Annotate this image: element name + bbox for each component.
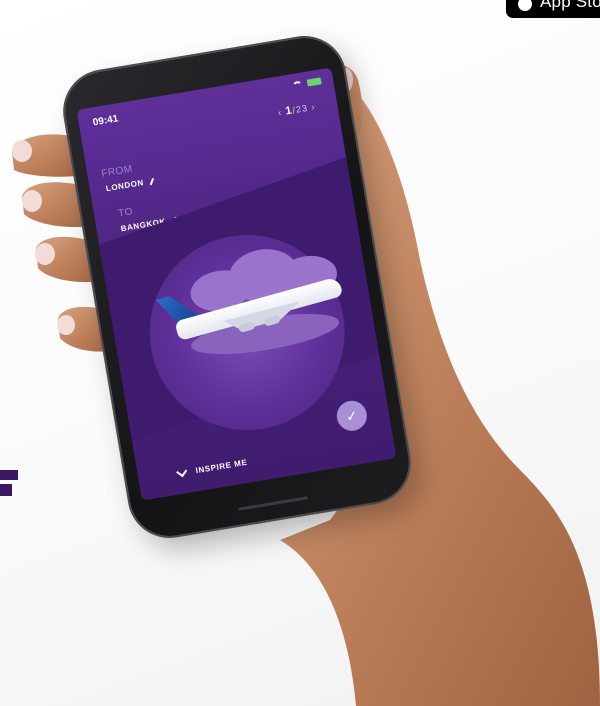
pager-next-icon[interactable]: › — [311, 102, 317, 113]
from-field[interactable]: LONDON — [105, 176, 156, 193]
from-label: FROM — [100, 163, 134, 180]
check-icon: ✓ — [344, 406, 359, 425]
status-time: 09:41 — [92, 113, 120, 129]
status-icons — [291, 77, 322, 90]
pager[interactable]: ‹ 1/23 › — [277, 101, 316, 119]
inspire-me-label: INSPIRE ME — [195, 457, 249, 476]
battery-icon — [306, 77, 322, 87]
edit-icon — [150, 177, 155, 186]
fingernail-4 — [57, 315, 75, 335]
to-label: TO — [117, 206, 134, 220]
confirm-button[interactable]: ✓ — [334, 398, 370, 434]
fingernail-3 — [35, 243, 55, 265]
wifi-icon — [291, 80, 303, 90]
from-value: LONDON — [105, 178, 145, 194]
chevron-down-icon — [176, 465, 188, 477]
fingernail-2 — [22, 190, 42, 212]
pager-prev-icon[interactable]: ‹ — [277, 107, 283, 118]
fingernail-1 — [12, 140, 32, 162]
inspire-me-button[interactable]: INSPIRE ME — [176, 457, 249, 478]
pager-total: /23 — [291, 102, 309, 116]
